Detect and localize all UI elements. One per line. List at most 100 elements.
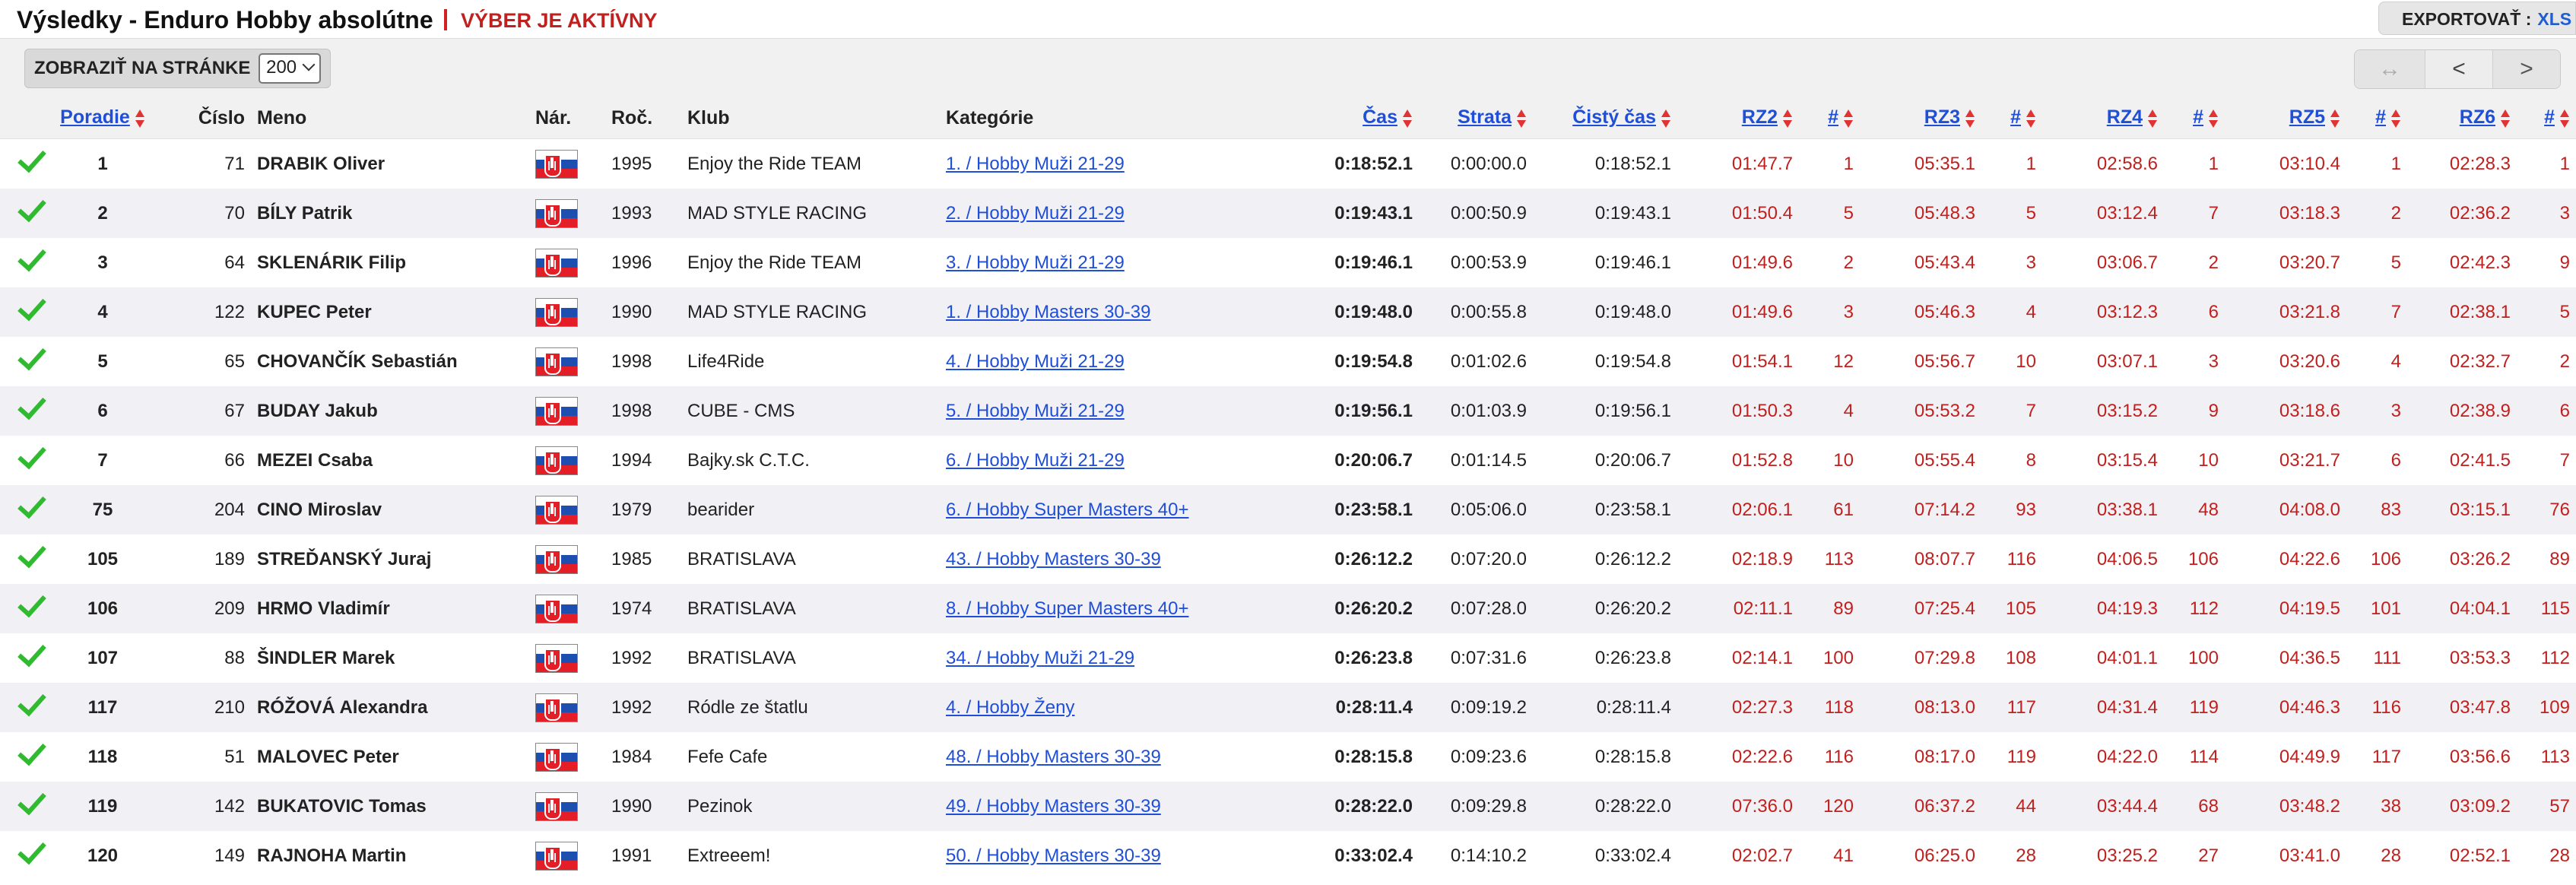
rz2r-cell: 2 — [1843, 252, 1854, 273]
checkmark-icon — [17, 687, 46, 717]
checkmark-icon — [17, 192, 46, 223]
year-cell: 1979 — [605, 485, 681, 534]
col-rz3-rank[interactable]: # — [1981, 97, 2042, 139]
loss-cell: 0:01:03.9 — [1419, 386, 1533, 436]
rz2r-cell: 89 — [1799, 584, 1860, 633]
category-link[interactable]: 6. / Hobby Super Masters 40+ — [946, 500, 1189, 520]
rz5-cell: 03:20.6 — [2279, 351, 2340, 372]
category-link[interactable]: 49. / Hobby Masters 30-39 — [946, 796, 1161, 817]
category-link[interactable]: 4. / Hobby Ženy — [946, 697, 1074, 718]
rz5-cell: 04:19.5 — [2225, 584, 2346, 633]
rz3-cell: 08:07.7 — [1914, 548, 1975, 569]
name-cell: BUKATOVIC Tomas — [251, 782, 529, 831]
checkmark-icon — [17, 588, 46, 618]
prev-page-button[interactable]: < — [2425, 50, 2492, 88]
col-poradie[interactable]: Poradie — [53, 97, 152, 139]
nationality-cell — [529, 732, 605, 782]
rz5r-cell: 3 — [2346, 386, 2407, 436]
category-link[interactable]: 2. / Hobby Muži 21-29 — [946, 203, 1125, 224]
category-link[interactable]: 3. / Hobby Muži 21-29 — [946, 252, 1125, 273]
category-link[interactable]: 6. / Hobby Muži 21-29 — [946, 450, 1125, 471]
rz5-cell: 03:10.4 — [2279, 153, 2340, 174]
loss-cell: 0:09:19.2 — [1419, 683, 1533, 732]
table-row: 7 66 MEZEI Csaba 1994 Bajky.sk C.T.C. 6. / Ho… — [0, 436, 2576, 485]
col-cas[interactable]: Čas — [1267, 97, 1419, 139]
col-rz6-rank[interactable]: # — [2517, 97, 2576, 139]
rz3-cell: 05:43.4 — [1914, 252, 1975, 273]
year-cell: 1985 — [611, 548, 652, 569]
category-link[interactable]: 1. / Hobby Muži 21-29 — [946, 154, 1125, 174]
table-row: 6 67 BUDAY Jakub 1998 CUBE - CMS 5. / Hobby M… — [0, 386, 2576, 436]
col-strata[interactable]: Strata — [1419, 97, 1533, 139]
slovakia-flag-icon — [535, 791, 578, 821]
time-cell: 0:28:15.8 — [1334, 746, 1413, 767]
rz4r-cell: 9 — [2164, 386, 2225, 436]
table-row: 119 142 BUKATOVIC Tomas 1990 Pezinok 49. / Ho… — [0, 782, 2576, 831]
category-cell: 49. / Hobby Masters 30-39 — [940, 782, 1267, 831]
sort-icon — [2026, 108, 2036, 129]
rz6r-cell: 109 — [2517, 683, 2576, 732]
col-rz2-rank[interactable]: # — [1799, 97, 1860, 139]
export-xls-link[interactable]: XLS — [2537, 9, 2571, 29]
col-rz4[interactable]: RZ4 — [2042, 97, 2164, 139]
per-page-value: 200 — [266, 57, 297, 78]
col-rz6[interactable]: RZ6 — [2407, 97, 2517, 139]
next-page-button[interactable]: > — [2492, 50, 2560, 88]
category-link[interactable]: 5. / Hobby Muži 21-29 — [946, 401, 1125, 421]
rz2-cell: 01:49.6 — [1731, 252, 1793, 273]
checkmark-icon — [17, 439, 46, 470]
sort-icon — [1843, 108, 1854, 129]
col-cisty-cas[interactable]: Čistý čas — [1533, 97, 1677, 139]
sort-icon — [1402, 108, 1413, 129]
rz2-cell: 02:06.1 — [1677, 485, 1799, 534]
nationality-cell — [529, 139, 605, 189]
rz4-cell: 03:38.1 — [2042, 485, 2164, 534]
rz3r-cell: 108 — [2005, 647, 2036, 668]
rz2r-cell: 12 — [1833, 351, 1854, 372]
club-cell: MAD STYLE RACING — [681, 189, 940, 238]
category-link[interactable]: 48. / Hobby Masters 30-39 — [946, 747, 1161, 767]
category-link[interactable]: 8. / Hobby Super Masters 40+ — [946, 598, 1189, 619]
swap-columns-button[interactable]: ↔ — [2355, 50, 2425, 88]
export-box: EXPORTOVAŤ : XLS — [2378, 2, 2576, 35]
rz3-cell: 08:13.0 — [1860, 683, 1981, 732]
finish-status — [0, 534, 53, 584]
rz3-cell: 08:17.0 — [1914, 746, 1975, 767]
rz6r-cell: 28 — [2549, 845, 2570, 866]
slovakia-flag-icon — [535, 297, 578, 327]
category-link[interactable]: 34. / Hobby Muži 21-29 — [946, 648, 1134, 668]
net-cell: 0:23:58.1 — [1533, 485, 1677, 534]
net-cell: 0:26:20.2 — [1533, 584, 1677, 633]
col-rz3[interactable]: RZ3 — [1860, 97, 1981, 139]
rz6-cell: 03:09.2 — [2407, 782, 2517, 831]
rz3-cell: 07:14.2 — [1860, 485, 1981, 534]
rz6r-cell: 5 — [2517, 287, 2576, 337]
finish-status — [0, 287, 53, 337]
rz3-cell: 05:48.3 — [1860, 189, 1981, 238]
rz5r-cell: 106 — [2370, 548, 2401, 569]
rz6-cell: 03:15.1 — [2407, 485, 2517, 534]
rz4r-cell: 3 — [2208, 351, 2219, 372]
loss-cell: 0:07:28.0 — [1419, 584, 1533, 633]
num-cell: 70 — [152, 189, 251, 238]
col-rz4-rank[interactable]: # — [2164, 97, 2225, 139]
table-row: 2 70 BÍLY Patrik 1993 MAD STYLE RACING 2. / H… — [0, 189, 2576, 238]
rz4r-cell: 6 — [2164, 287, 2225, 337]
col-rz5-rank[interactable]: # — [2346, 97, 2407, 139]
col-rz5[interactable]: RZ5 — [2225, 97, 2346, 139]
time-cell: 0:19:48.0 — [1267, 287, 1419, 337]
category-link[interactable]: 43. / Hobby Masters 30-39 — [946, 549, 1161, 569]
per-page-select[interactable]: 200 — [259, 53, 322, 84]
rz6r-cell: 2 — [2559, 351, 2570, 372]
col-rz2[interactable]: RZ2 — [1677, 97, 1799, 139]
category-cell: 6. / Hobby Muži 21-29 — [940, 436, 1267, 485]
category-link[interactable]: 1. / Hobby Masters 30-39 — [946, 302, 1150, 322]
selection-active-warning: VÝBER JE AKTÍVNY — [444, 9, 658, 33]
slovakia-flag-icon — [535, 347, 578, 376]
rz6-cell: 02:42.3 — [2449, 252, 2511, 273]
checkmark-icon — [17, 637, 46, 668]
category-link[interactable]: 50. / Hobby Masters 30-39 — [946, 845, 1161, 866]
pos-cell: 5 — [97, 351, 108, 372]
sort-icon — [2147, 108, 2158, 129]
category-link[interactable]: 4. / Hobby Muži 21-29 — [946, 351, 1125, 372]
